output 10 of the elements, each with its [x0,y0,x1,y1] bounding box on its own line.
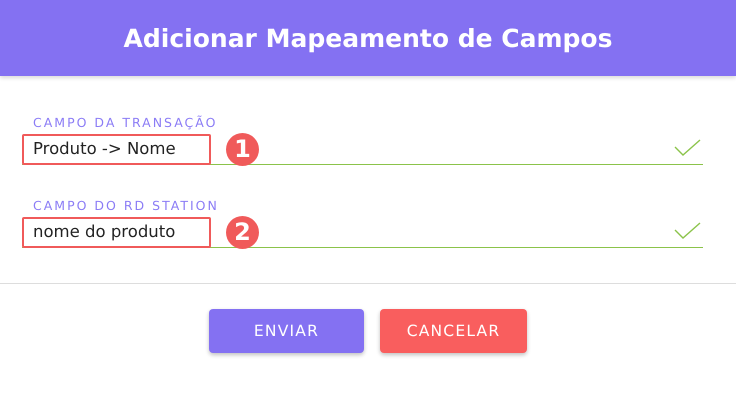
field-value: Produto -> Nome [22,134,211,164]
field-label: CAMPO DA TRANSAÇÃO [32,114,218,132]
number-badge: 1 [226,132,259,166]
action-button[interactable]: ENVIAR [209,309,364,353]
field-value: nome do produto [22,216,211,248]
dialog-title: Adicionar Mapeamento de Campos [124,24,612,52]
text-field[interactable]: Produto -> Nome 1 [22,132,703,165]
number-badge: 2 [226,216,259,248]
text-field[interactable]: nome do produto 2 [22,215,703,248]
field-label: CAMPO DO RD STATION [32,197,220,215]
